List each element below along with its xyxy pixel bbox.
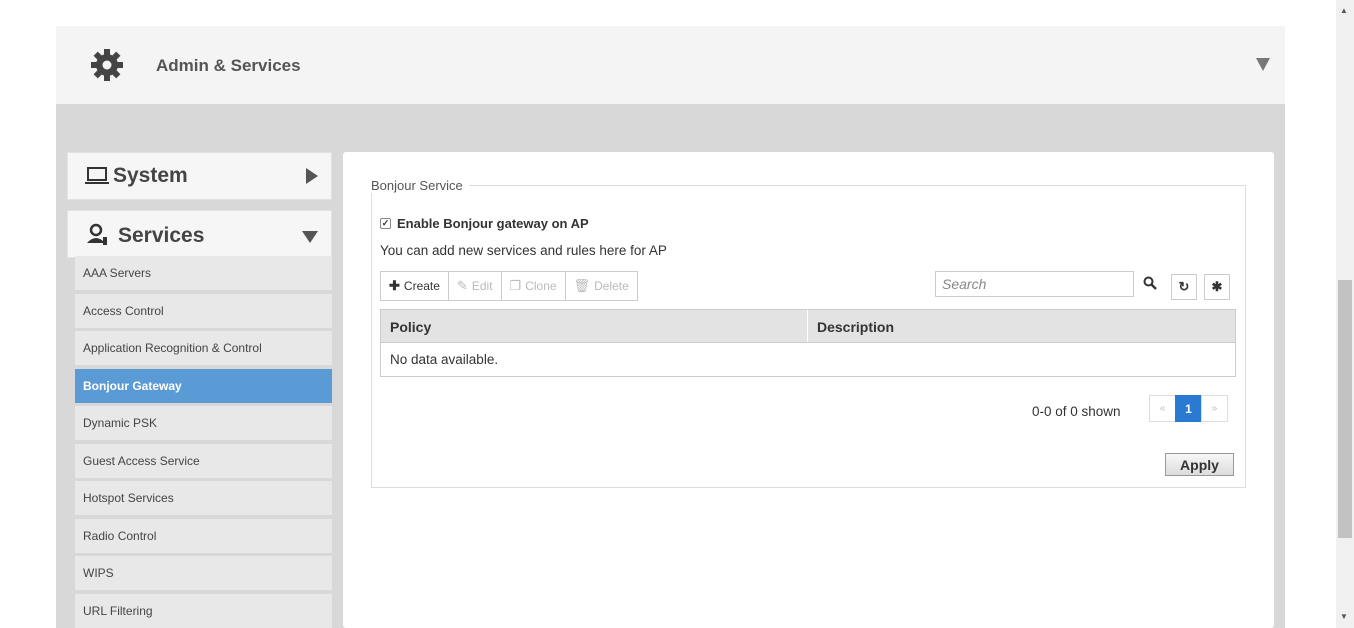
- apply-button[interactable]: Apply: [1165, 453, 1234, 476]
- page-1-button[interactable]: 1: [1175, 395, 1202, 422]
- empty-row: No data available.: [381, 343, 1235, 376]
- main-panel: Bonjour Service ✓ Enable Bonjour gateway…: [343, 152, 1274, 628]
- search-input[interactable]: Search: [935, 271, 1134, 297]
- admin-services-header[interactable]: Admin & Services: [56, 26, 1285, 104]
- scrollbar-thumb[interactable]: [1338, 280, 1352, 538]
- clone-label: Clone: [525, 279, 557, 293]
- chevron-down-icon[interactable]: [1255, 56, 1271, 72]
- pencil-icon: ✎: [456, 278, 468, 293]
- menu-item-aaa-servers[interactable]: AAA Servers: [75, 256, 332, 290]
- delete-label: Delete: [594, 279, 629, 293]
- menu-item-guest-access-service[interactable]: Guest Access Service: [75, 443, 332, 478]
- plus-icon: ✚: [389, 278, 400, 293]
- create-button[interactable]: ✚ Create: [380, 271, 449, 301]
- page-title: Admin & Services: [156, 56, 301, 75]
- table-header: Policy Description: [381, 310, 1235, 343]
- create-label: Create: [403, 279, 440, 293]
- menu-item-radio-control[interactable]: Radio Control: [75, 518, 332, 553]
- sidebar-system-label: System: [113, 164, 188, 187]
- sidebar-services[interactable]: Services: [67, 210, 332, 258]
- menu-item-wips[interactable]: WIPS: [75, 556, 332, 590]
- column-header-description[interactable]: Description: [808, 310, 1235, 342]
- help-text: You can add new services and rules here …: [380, 243, 667, 258]
- table-toolbar: ✚ Create ✎ Edit ❐ Clone 🗑 Delete: [380, 271, 638, 301]
- page: Admin & Services System Services AAA Ser…: [0, 0, 1336, 628]
- edit-button[interactable]: ✎ Edit: [447, 271, 502, 301]
- copy-icon: ❐: [509, 278, 522, 293]
- prev-page-button[interactable]: «: [1149, 395, 1176, 422]
- policy-table: Policy Description No data available.: [380, 309, 1236, 377]
- menu-item-url-filtering[interactable]: URL Filtering: [75, 593, 332, 628]
- menu-item-bonjour-gateway[interactable]: Bonjour Gateway: [75, 368, 332, 403]
- gear-icon: ✱: [1211, 279, 1223, 294]
- pagination-summary: 0-0 of 0 shown: [1032, 404, 1121, 419]
- section-title: Bonjour Service: [371, 178, 463, 193]
- vertical-scrollbar[interactable]: ▲ ▼: [1336, 0, 1354, 628]
- enable-bonjour-row[interactable]: ✓ Enable Bonjour gateway on AP: [380, 216, 589, 231]
- enable-bonjour-label: Enable Bonjour gateway on AP: [397, 216, 589, 231]
- settings-button[interactable]: ✱: [1204, 274, 1230, 300]
- edit-label: Edit: [471, 279, 493, 293]
- chevron-down-icon: [302, 231, 318, 243]
- gear-icon: [91, 49, 123, 81]
- trash-icon: 🗑: [573, 278, 591, 293]
- enable-bonjour-checkbox[interactable]: ✓: [380, 218, 391, 229]
- sidebar-services-label: Services: [118, 224, 205, 247]
- delete-button[interactable]: 🗑 Delete: [564, 271, 638, 301]
- refresh-button[interactable]: ↻: [1171, 274, 1197, 300]
- refresh-icon: ↻: [1178, 279, 1190, 294]
- chevron-right-icon: [306, 168, 318, 184]
- laptop-icon: [85, 167, 109, 184]
- next-page-button[interactable]: »: [1201, 395, 1228, 422]
- menu-item-access-control[interactable]: Access Control: [75, 293, 332, 328]
- services-icon: [87, 223, 107, 245]
- column-header-policy[interactable]: Policy: [381, 310, 808, 342]
- pagination: « 1 »: [1149, 395, 1228, 422]
- services-menu: AAA Servers Access Control Application R…: [67, 256, 332, 628]
- scroll-up-icon[interactable]: ▲: [1340, 6, 1348, 15]
- search-icon[interactable]: [1143, 276, 1157, 290]
- scroll-down-icon[interactable]: ▼: [1340, 612, 1348, 621]
- menu-item-application-recognition[interactable]: Application Recognition & Control: [75, 331, 332, 365]
- menu-item-hotspot-services[interactable]: Hotspot Services: [75, 481, 332, 515]
- menu-item-dynamic-psk[interactable]: Dynamic PSK: [75, 406, 332, 440]
- sidebar-system[interactable]: System: [67, 152, 332, 200]
- clone-button[interactable]: ❐ Clone: [500, 271, 566, 301]
